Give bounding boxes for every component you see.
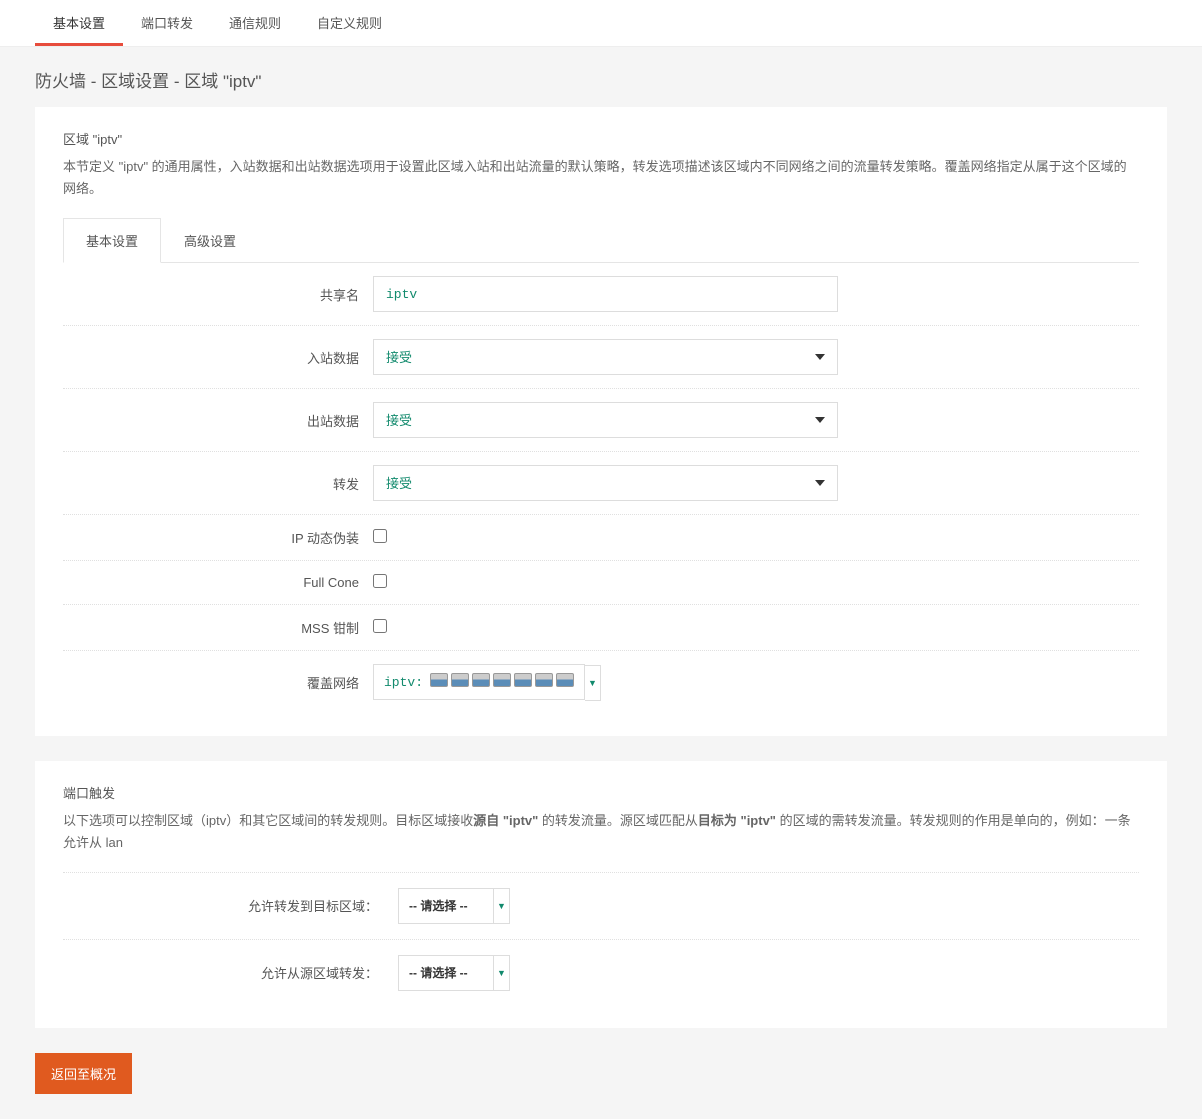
top-tab-3[interactable]: 自定义规则 [299,0,400,46]
inner-tabs: 基本设置高级设置 [63,218,1139,263]
forward-label: 转发 [63,474,373,493]
top-tab-1[interactable]: 端口转发 [123,0,211,46]
zone-settings-panel: 区域 "iptv" 本节定义 "iptv" 的通用属性，入站数据和出站数据选项用… [35,107,1167,736]
inner-tab-0[interactable]: 基本设置 [63,218,161,263]
network-interface-icon [451,673,469,687]
output-select[interactable]: 接受 [373,402,838,438]
dest-zone-label: 允许转发到目标区域： [63,896,398,915]
forward-select[interactable]: 接受 [373,465,838,501]
top-tabs: 基本设置端口转发通信规则自定义规则 [0,0,1202,47]
network-interface-icon [493,673,511,687]
fullcone-label: Full Cone [63,575,373,590]
mss-label: MSS 钳制 [63,618,373,637]
chevron-down-icon: ▼ [493,956,509,990]
fullcone-checkbox[interactable] [373,574,387,588]
port-trigger-panel: 端口触发 以下选项可以控制区域（iptv）和其它区域间的转发规则。目标区域接收源… [35,761,1167,1028]
masq-checkbox[interactable] [373,529,387,543]
name-input[interactable] [373,276,838,312]
src-zone-label: 允许从源区域转发： [63,963,398,982]
covered-network-toggle[interactable]: ▼ [585,665,601,701]
back-button[interactable]: 返回至概况 [35,1053,132,1094]
covered-network-text: iptv: [384,675,423,690]
network-interface-icon [514,673,532,687]
network-interface-icon [430,673,448,687]
src-zone-select[interactable]: -- 请选择 -- ▼ [398,955,510,991]
trigger-description: 以下选项可以控制区域（iptv）和其它区域间的转发规则。目标区域接收源自 "ip… [63,810,1139,854]
top-tab-0[interactable]: 基本设置 [35,0,123,46]
chevron-down-icon: ▼ [493,889,509,923]
output-label: 出站数据 [63,411,373,430]
masq-label: IP 动态伪装 [63,528,373,547]
mss-checkbox[interactable] [373,619,387,633]
network-interface-icon [556,673,574,687]
form-rows: 共享名 入站数据 接受 出站数据 接受 转发 [63,263,1139,714]
zone-heading: 区域 "iptv" [63,129,1139,148]
input-label: 入站数据 [63,348,373,367]
covered-label: 覆盖网络 [63,673,373,692]
dest-zone-select[interactable]: -- 请选择 -- ▼ [398,888,510,924]
network-interface-icon [472,673,490,687]
zone-description: 本节定义 "iptv" 的通用属性，入站数据和出站数据选项用于设置此区域入站和出… [63,156,1139,200]
trigger-heading: 端口触发 [63,783,1139,802]
name-label: 共享名 [63,285,373,304]
covered-network-chip[interactable]: iptv: [373,664,585,700]
page-title: 防火墙 - 区域设置 - 区域 "iptv" [0,47,1202,107]
top-tab-2[interactable]: 通信规则 [211,0,299,46]
inner-tab-1[interactable]: 高级设置 [161,218,259,263]
input-select[interactable]: 接受 [373,339,838,375]
network-interface-icon [535,673,553,687]
